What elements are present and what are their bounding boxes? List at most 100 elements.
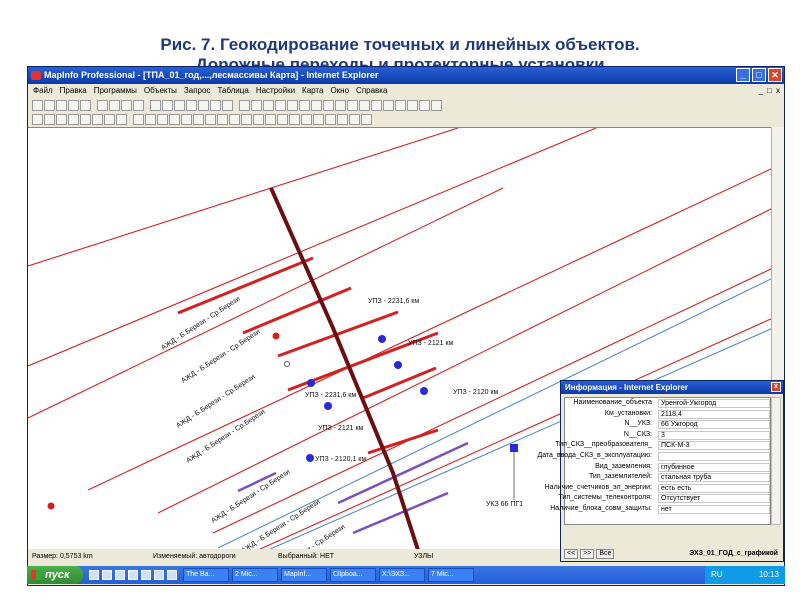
pencil-icon[interactable]	[337, 113, 348, 125]
menu-item-help[interactable]: Справка	[356, 84, 387, 97]
task-button[interactable]: Clipboa...	[330, 568, 376, 582]
maximize-button[interactable]: □	[752, 68, 766, 82]
pin-icon[interactable]	[325, 113, 336, 125]
menu-item-file[interactable]: Файл	[33, 84, 53, 97]
undo-arrow-icon[interactable]	[361, 113, 372, 125]
menu-item-query[interactable]: Запрос	[184, 84, 211, 97]
info-value[interactable]: есть есть	[658, 483, 770, 493]
copy-icon[interactable]	[109, 99, 120, 111]
new-mapper-icon[interactable]	[162, 99, 173, 111]
show-legend-icon[interactable]	[253, 113, 264, 125]
polygon-tool-icon[interactable]	[287, 99, 298, 111]
info-value[interactable]: Отсутствует	[658, 494, 770, 504]
info-value[interactable]	[658, 451, 770, 461]
check-icon[interactable]	[239, 99, 250, 111]
menu-item-tools[interactable]: Программы	[94, 84, 137, 97]
new-browser-icon[interactable]	[150, 99, 161, 111]
drag-map-icon[interactable]	[217, 113, 228, 125]
print-icon[interactable]	[80, 99, 91, 111]
show-desktop-icon[interactable]	[89, 570, 99, 580]
excel-icon[interactable]	[154, 570, 164, 580]
rectangle-tool-icon[interactable]	[311, 99, 322, 111]
info-close-button[interactable]: x	[771, 382, 781, 392]
add-node-icon[interactable]	[383, 99, 394, 111]
rounded-rect-tool-icon[interactable]	[323, 99, 334, 111]
menu-item-table[interactable]: Таблица	[217, 84, 248, 97]
change-view-icon[interactable]	[157, 113, 168, 125]
clip-region-icon[interactable]	[277, 113, 288, 125]
arc-tool-icon[interactable]	[275, 99, 286, 111]
task-button[interactable]: The Ba...	[183, 568, 229, 582]
symbol-tool-icon[interactable]	[335, 99, 346, 111]
info-value[interactable]: ПСК-М-3	[658, 441, 770, 451]
info-value[interactable]: Уренгой-Ужгород	[658, 399, 770, 408]
save-icon[interactable]	[56, 99, 67, 111]
undo-icon[interactable]	[133, 99, 144, 111]
folder-icon[interactable]	[128, 570, 138, 580]
marquee-select-icon[interactable]	[44, 113, 55, 125]
info-value[interactable]: 3	[658, 430, 770, 440]
info-tool-icon[interactable]	[181, 113, 192, 125]
erase-icon[interactable]	[313, 113, 324, 125]
info-all-button[interactable]: Все	[596, 549, 615, 559]
info-window-titlebar[interactable]: Информация - Internet Explorer x	[561, 381, 783, 394]
pan-hand-icon[interactable]	[169, 113, 180, 125]
zoom-out-icon[interactable]	[145, 113, 156, 125]
radius-select-icon[interactable]	[56, 113, 67, 125]
layer-control-icon[interactable]	[229, 113, 240, 125]
browser-icon[interactable]	[102, 570, 112, 580]
statistics-icon[interactable]	[265, 113, 276, 125]
zoom-in-icon[interactable]	[133, 113, 144, 125]
menu-item-map[interactable]: Карта	[302, 84, 323, 97]
menu-item-edit[interactable]: Правка	[60, 84, 87, 97]
task-button[interactable]: 7 Mic...	[428, 568, 474, 582]
set-target-icon[interactable]	[289, 113, 300, 125]
info-value[interactable]: глубинное	[658, 462, 770, 472]
mdi-close-button[interactable]: x	[776, 84, 780, 97]
help-icon[interactable]	[222, 99, 233, 111]
word-icon[interactable]	[141, 570, 151, 580]
new-layout-icon[interactable]	[186, 99, 197, 111]
polygon-select-icon[interactable]	[68, 113, 79, 125]
line-style-icon[interactable]	[395, 99, 406, 111]
redistrict-icon[interactable]	[198, 99, 209, 111]
info-value[interactable]: стальная труба	[658, 473, 770, 483]
menu-item-objects[interactable]: Объекты	[144, 84, 177, 97]
language-indicator[interactable]: RU	[711, 566, 723, 584]
text-tool-icon[interactable]	[347, 99, 358, 111]
hotlink-icon[interactable]	[193, 113, 204, 125]
info-value[interactable]: 2118,4	[658, 409, 770, 419]
open-file-icon[interactable]	[44, 99, 55, 111]
paste-icon[interactable]	[121, 99, 132, 111]
info-value[interactable]: нет	[658, 504, 770, 514]
mdi-restore-button[interactable]: □	[767, 84, 772, 97]
checkmark-icon[interactable]	[349, 113, 360, 125]
status-selected-layer[interactable]: Выбранный: НЕТ	[278, 551, 334, 563]
mdi-minimize-button[interactable]: _	[759, 84, 763, 97]
task-button[interactable]: MapInf...	[281, 568, 327, 582]
cut-icon[interactable]	[97, 99, 108, 111]
text-style-icon[interactable]	[431, 99, 442, 111]
graph-select-icon[interactable]	[116, 113, 127, 125]
media-icon[interactable]	[115, 570, 125, 580]
window-titlebar[interactable]: MapInfo Professional - [ТПА_01_год,...,л…	[28, 67, 784, 84]
info-value[interactable]: 66 Ужгород	[658, 420, 770, 430]
close-button[interactable]: ✕	[768, 68, 782, 82]
boundary-select-icon[interactable]	[80, 113, 91, 125]
symbol-style-icon[interactable]	[419, 99, 430, 111]
start-button[interactable]: пуск	[27, 566, 83, 584]
new-file-icon[interactable]	[32, 99, 43, 111]
select-arrow-icon[interactable]	[32, 113, 43, 125]
task-button[interactable]: 2 Mic...	[232, 568, 278, 582]
info-scrollbar[interactable]	[771, 397, 781, 525]
new-grapher-icon[interactable]	[174, 99, 185, 111]
save-workspace-icon[interactable]	[68, 99, 79, 111]
polyline-tool-icon[interactable]	[263, 99, 274, 111]
task-button[interactable]: X:\ЭХЗ...	[379, 568, 425, 582]
app-icon[interactable]	[167, 570, 177, 580]
frame-tool-icon[interactable]	[359, 99, 370, 111]
menu-item-window[interactable]: Окно	[330, 84, 349, 97]
unselect-icon[interactable]	[92, 113, 103, 125]
ruler-icon[interactable]	[241, 113, 252, 125]
menu-item-options[interactable]: Настройки	[256, 84, 295, 97]
